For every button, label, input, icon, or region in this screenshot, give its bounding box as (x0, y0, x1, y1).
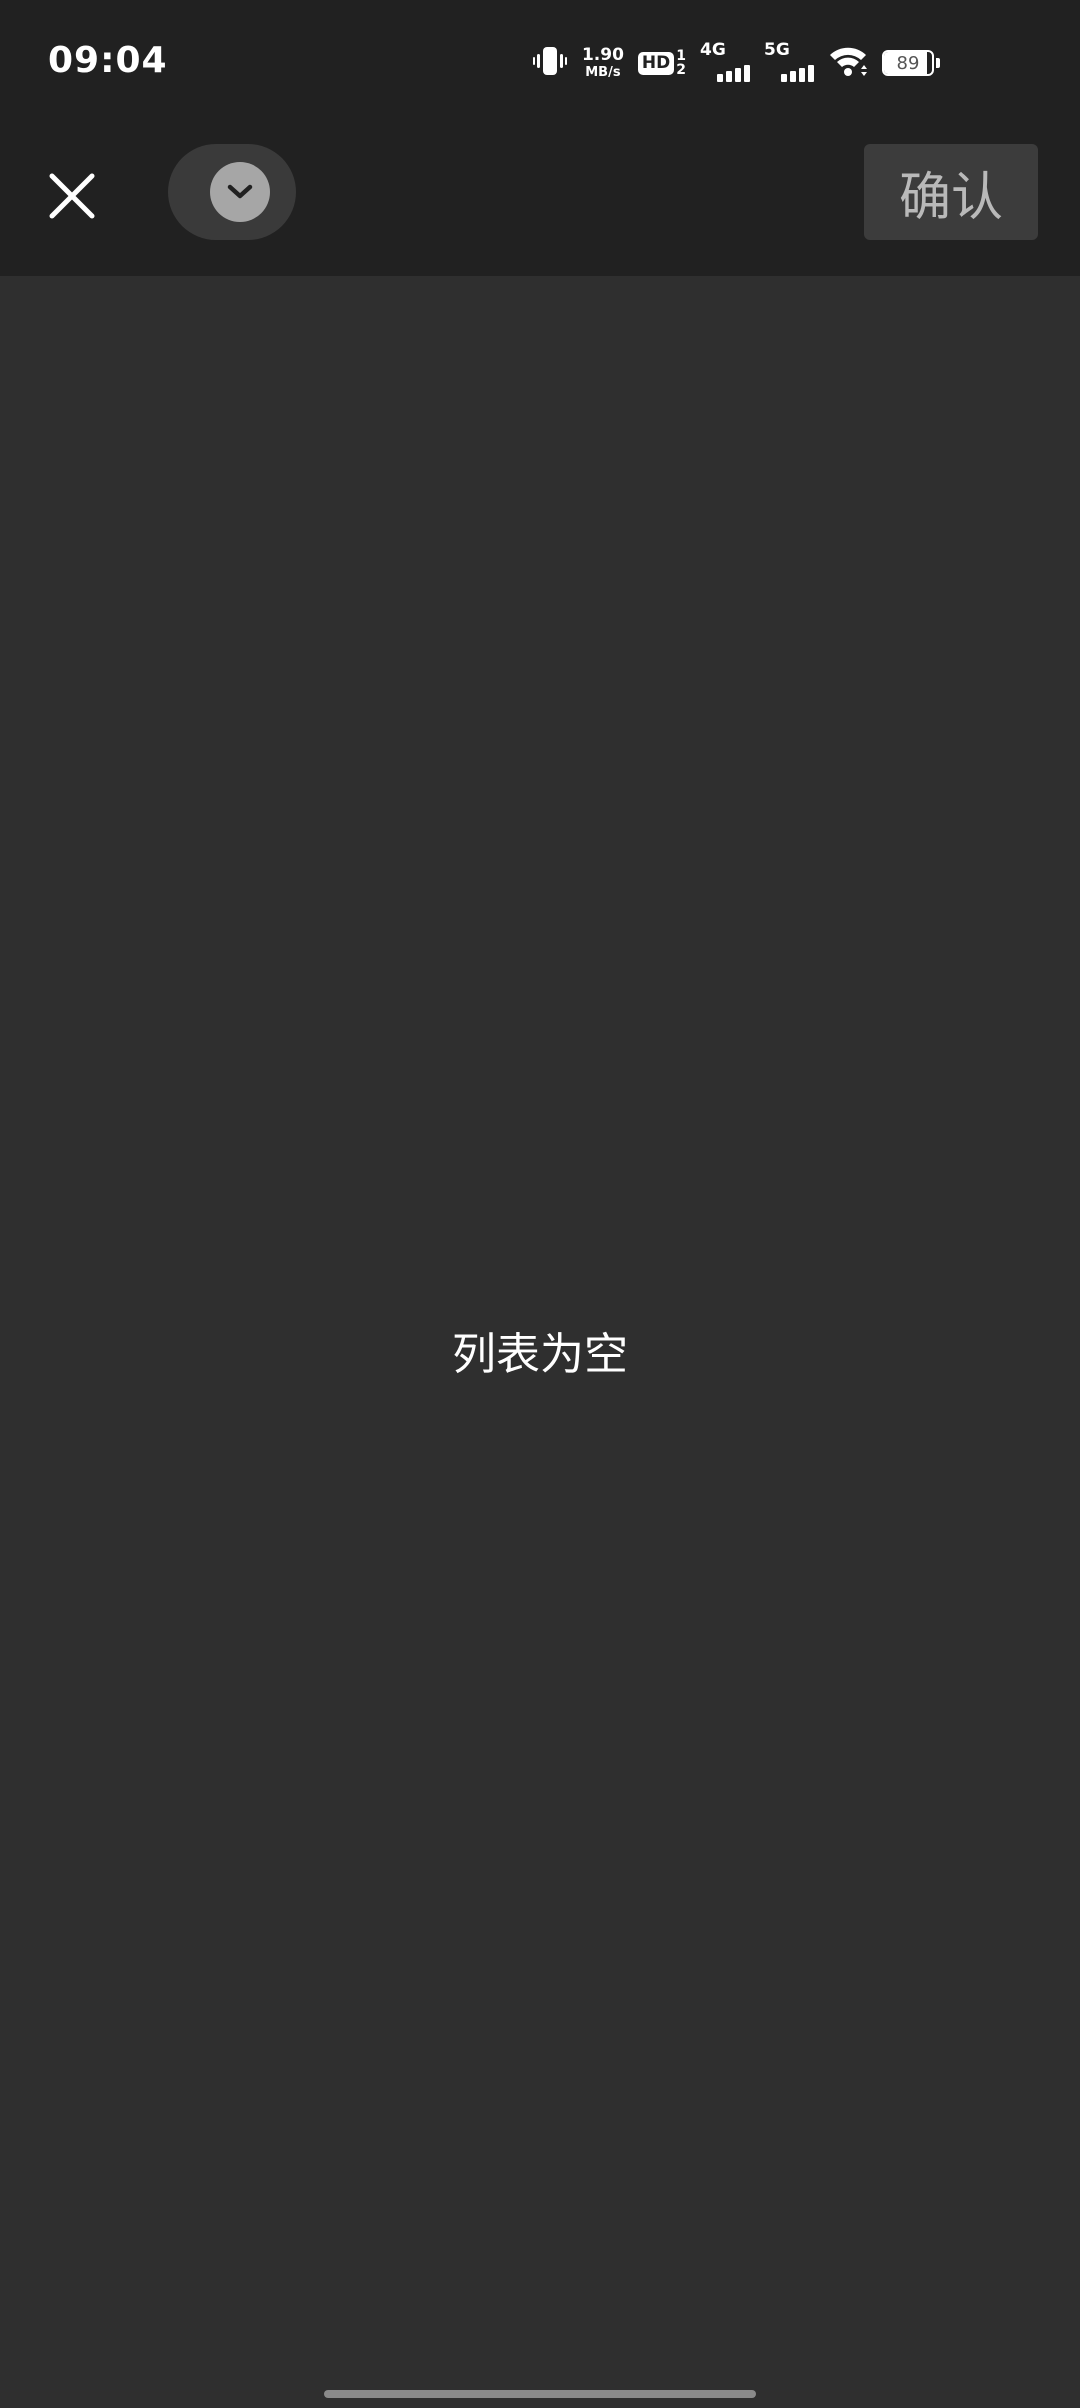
signal-5g-bars (781, 65, 814, 82)
network-speed-value: 1.90 (581, 45, 624, 65)
hd-sub-top: 1 (676, 48, 686, 64)
dropdown-circle (210, 162, 270, 222)
status-time: 09:04 (48, 40, 168, 81)
chevron-down-icon (227, 184, 253, 199)
toolbar: 确认 (0, 128, 1080, 276)
status-icons: 1.90 MB/s HD 1 2 4G 5G 89 (532, 40, 940, 86)
home-indicator[interactable] (324, 2390, 756, 2398)
hd-sub-bottom: 2 (676, 62, 686, 78)
hd-label: HD (637, 51, 675, 75)
status-bar: 09:04 1.90 MB/s HD 1 2 4G 5G 89 (0, 0, 1080, 128)
cell-signal-icon: 5G (764, 42, 814, 84)
signal-5g-label: 5G (764, 40, 790, 60)
cell-signal-icon: 4G (700, 42, 750, 84)
close-button[interactable] (32, 156, 112, 236)
signal-4g-label: 4G (700, 40, 726, 60)
dropdown-toggle[interactable] (168, 144, 296, 240)
network-speed-unit: MB/s (585, 65, 621, 80)
list-area: 列表为空 (0, 276, 1080, 2408)
empty-list-message: 列表为空 (452, 1329, 628, 1380)
wifi-icon (828, 43, 868, 83)
hd-sub: 1 2 (676, 49, 686, 77)
hd-voice-icon: HD 1 2 (637, 49, 686, 77)
close-icon (49, 173, 95, 219)
battery-icon: 89 (882, 50, 934, 76)
signal-4g-bars (717, 65, 750, 82)
battery-level: 89 (896, 52, 920, 74)
confirm-button[interactable]: 确认 (864, 144, 1038, 240)
screen: 09:04 1.90 MB/s HD 1 2 4G 5G 89 确认 列表为空 (0, 0, 1080, 2408)
vibrate-icon (532, 43, 568, 83)
network-speed: 1.90 MB/s (581, 45, 624, 80)
battery-tip (936, 58, 940, 68)
